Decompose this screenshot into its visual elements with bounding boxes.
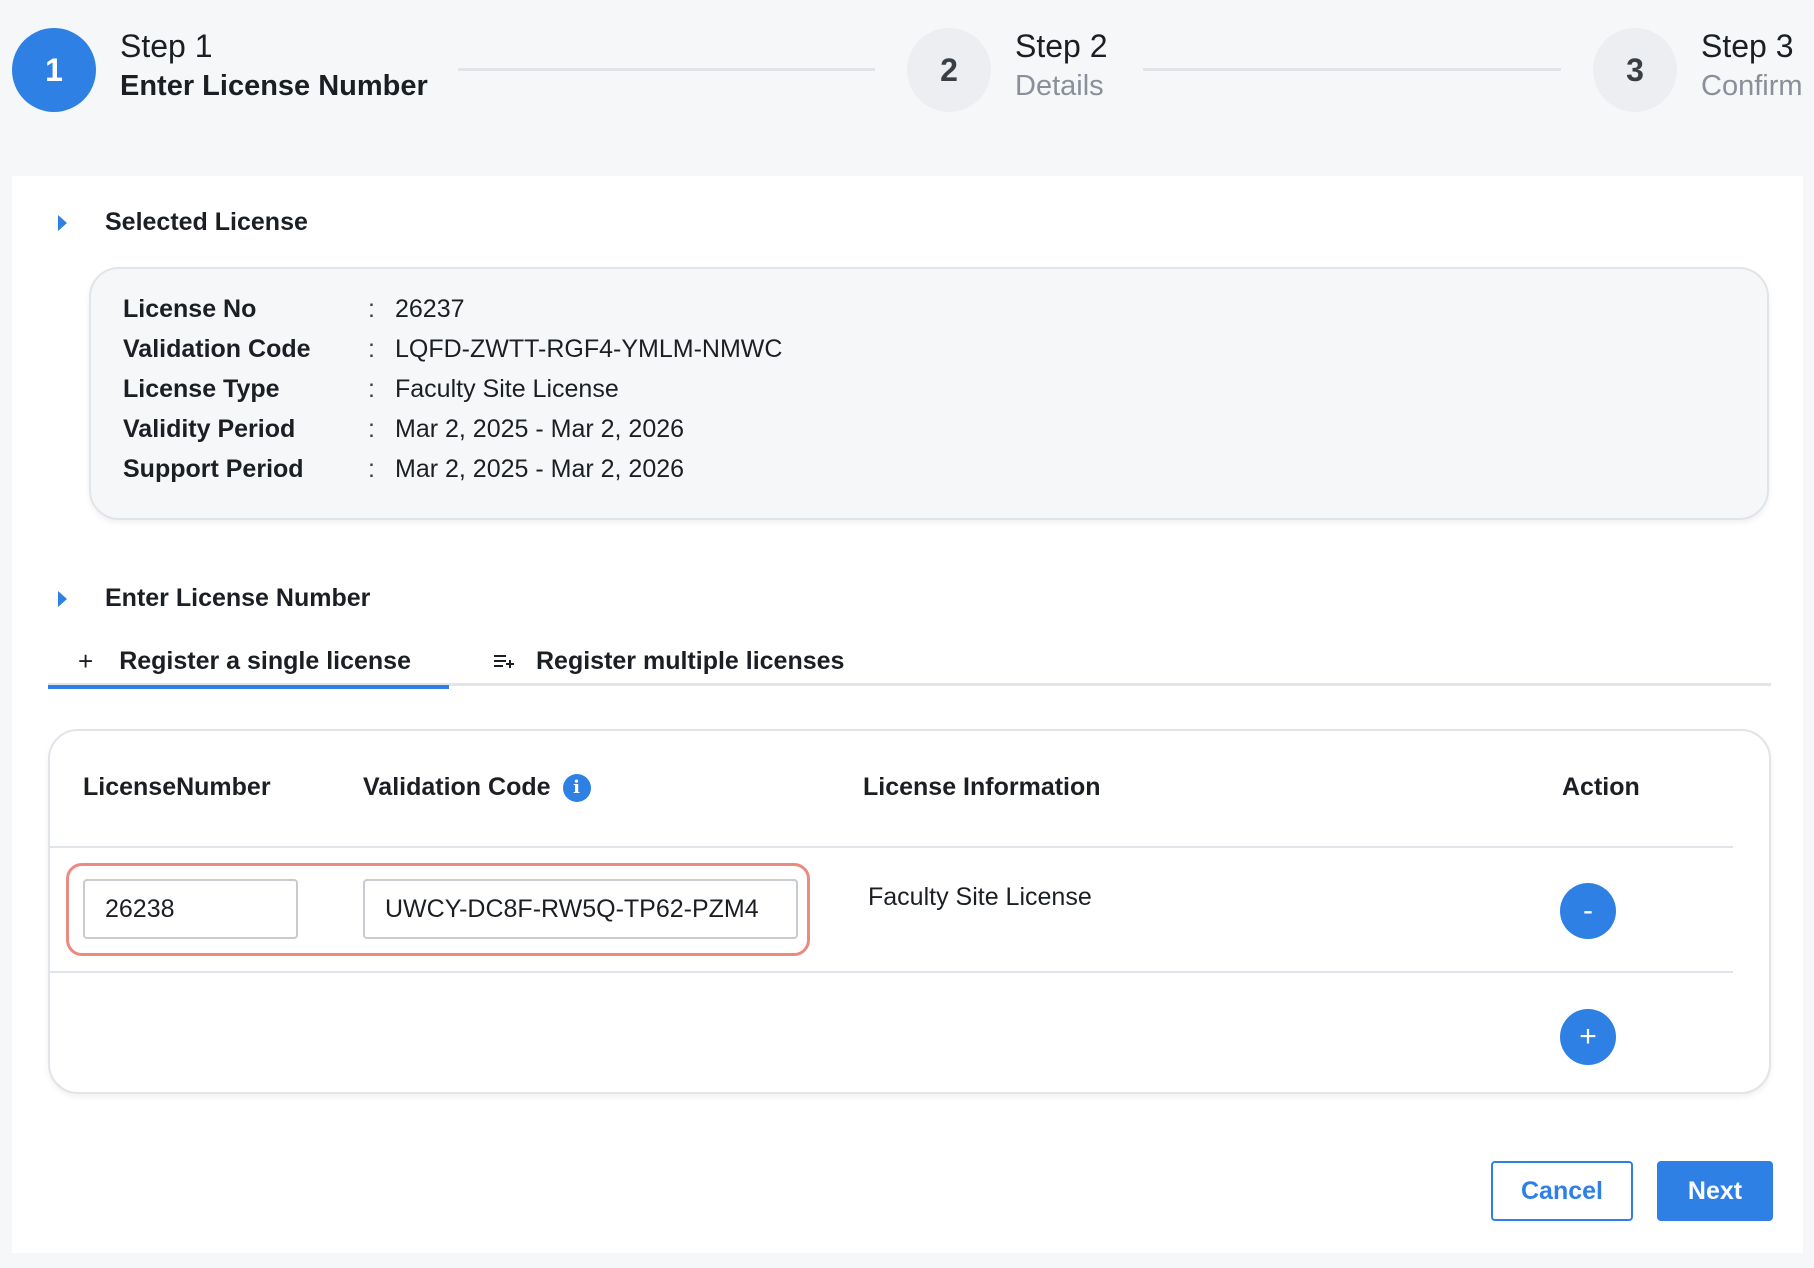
- license-information-value: Faculty Site License: [868, 883, 1092, 911]
- column-header-validation-code: Validation Code i: [363, 773, 591, 802]
- info-icon[interactable]: i: [562, 773, 591, 802]
- playlist-add-icon: [494, 654, 514, 668]
- tab-label: Register multiple licenses: [536, 646, 845, 675]
- detail-label: Validation Code: [123, 334, 311, 363]
- detail-colon: :: [368, 294, 375, 323]
- detail-label: Validity Period: [123, 414, 296, 443]
- license-table: LicenseNumber Validation Code i License …: [48, 729, 1771, 1094]
- detail-colon: :: [368, 334, 375, 363]
- table-divider: [50, 971, 1733, 973]
- next-button[interactable]: Next: [1657, 1161, 1773, 1221]
- detail-label: License No: [123, 294, 257, 323]
- step-1-subtitle: Enter License Number: [120, 70, 428, 102]
- selected-license-title: Selected License: [105, 208, 308, 236]
- step-3-circle: 3: [1593, 28, 1677, 112]
- remove-row-button[interactable]: -: [1560, 883, 1616, 939]
- detail-colon: :: [368, 414, 375, 443]
- selected-license-header[interactable]: Selected License: [56, 208, 308, 237]
- license-card: Selected License License No : 26237 Vali…: [12, 176, 1803, 1253]
- selected-license-details: License No : 26237 Validation Code : LQF…: [89, 267, 1769, 520]
- step-2-title: Step 2: [1015, 28, 1108, 64]
- detail-value: LQFD-ZWTT-RGF4-YMLM-NMWC: [395, 334, 783, 363]
- step-2-subtitle: Details: [1015, 70, 1104, 102]
- column-header-label: Validation Code: [363, 773, 551, 801]
- step-2-circle: 2: [907, 28, 991, 112]
- column-header-license-number: LicenseNumber: [83, 773, 271, 801]
- column-header-license-information: License Information: [863, 773, 1101, 801]
- enter-license-title: Enter License Number: [105, 584, 371, 612]
- plus-icon: +: [78, 645, 94, 676]
- stepper: 1 Step 1 Enter License Number 2 Step 2 D…: [0, 0, 1814, 176]
- detail-row: License No : 26237: [123, 289, 1767, 329]
- tab-register-single[interactable]: + Register a single license: [48, 636, 449, 689]
- step-1-title: Step 1: [120, 28, 213, 64]
- detail-row: Validation Code : LQFD-ZWTT-RGF4-YMLM-NM…: [123, 329, 1767, 369]
- add-row-button[interactable]: +: [1560, 1009, 1616, 1065]
- detail-value: Mar 2, 2025 - Mar 2, 2026: [395, 454, 685, 483]
- tab-register-multiple[interactable]: Register multiple licenses: [494, 636, 844, 686]
- license-number-input[interactable]: [83, 879, 298, 939]
- step-connector-2: [1143, 68, 1561, 71]
- caret-right-icon: [58, 214, 67, 231]
- detail-colon: :: [368, 454, 375, 483]
- detail-row: License Type : Faculty Site License: [123, 369, 1767, 409]
- column-header-action: Action: [1562, 773, 1640, 801]
- enter-license-header[interactable]: Enter License Number: [56, 584, 370, 613]
- register-tabs: + Register a single license Register mul…: [48, 636, 1771, 689]
- cancel-button[interactable]: Cancel: [1491, 1161, 1633, 1221]
- step-3-text: Step 3 Confirm: [1701, 26, 1803, 106]
- detail-label: Support Period: [123, 454, 304, 483]
- tab-label: Register a single license: [119, 646, 411, 675]
- detail-row: Support Period : Mar 2, 2025 - Mar 2, 20…: [123, 449, 1767, 489]
- table-divider: [50, 846, 1733, 848]
- step-2-text: Step 2 Details: [1015, 26, 1108, 106]
- step-1-circle: 1: [12, 28, 96, 112]
- detail-value: Mar 2, 2025 - Mar 2, 2026: [395, 414, 685, 443]
- step-3-title: Step 3: [1701, 28, 1794, 64]
- detail-label: License Type: [123, 374, 280, 403]
- step-connector-1: [458, 68, 875, 71]
- detail-value: 26237: [395, 294, 465, 323]
- detail-value: Faculty Site License: [395, 374, 619, 403]
- step-3-subtitle: Confirm: [1701, 70, 1803, 102]
- detail-row: Validity Period : Mar 2, 2025 - Mar 2, 2…: [123, 409, 1767, 449]
- caret-right-icon: [58, 590, 67, 607]
- validation-code-input[interactable]: [363, 879, 798, 939]
- step-1-text: Step 1 Enter License Number: [120, 26, 428, 106]
- detail-colon: :: [368, 374, 375, 403]
